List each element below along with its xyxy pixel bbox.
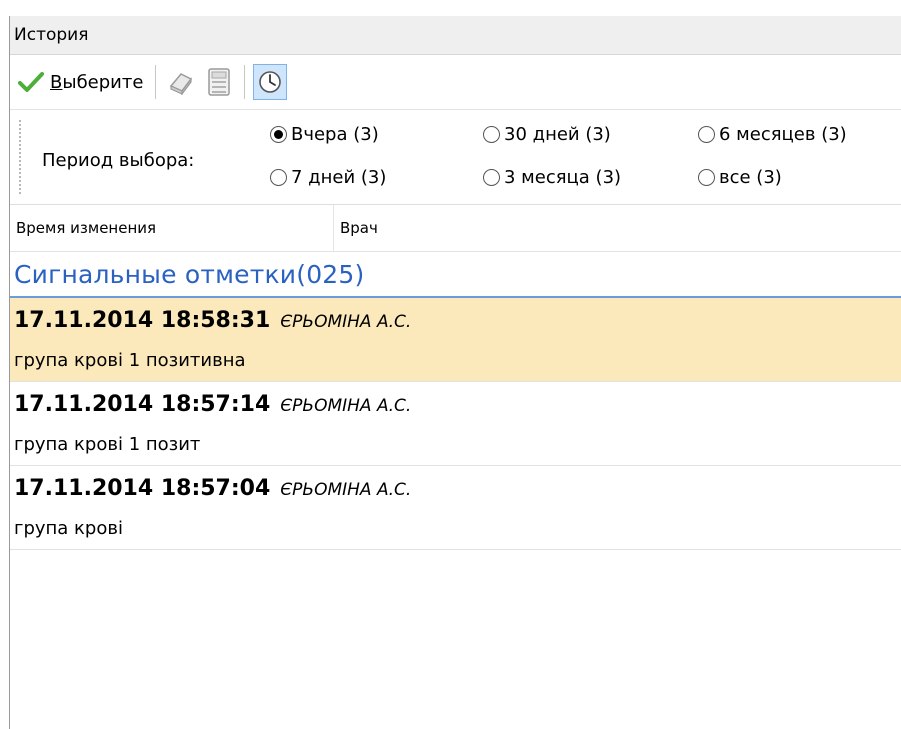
history-panel: История Выберите Период выбора: Вчера (3… [9, 16, 901, 729]
radio-30-days[interactable]: 30 дней (3) [483, 124, 611, 145]
record-datetime: 17.11.2014 18:58:31 [14, 308, 271, 333]
record-note: група крові 1 позитивна [14, 350, 246, 371]
record-header: 17.11.2014 18:58:31 ЄРЬОМІНА А.С. [14, 308, 411, 333]
radio-circle [698, 126, 715, 143]
panel-title-bar: История [10, 16, 901, 55]
column-header-doctor[interactable]: Врач [334, 205, 378, 251]
radio-7-days[interactable]: 7 дней (3) [270, 167, 386, 188]
record-doctor: ЄРЬОМІНА А.С. [280, 480, 412, 500]
table-row[interactable]: 17.11.2014 18:58:31 ЄРЬОМІНА А.С. група … [10, 298, 901, 382]
column-header-label: Время изменения [16, 219, 157, 237]
calculator-icon [208, 68, 231, 96]
toolbar: Выберите [10, 55, 901, 110]
radio-label: 7 дней (3) [291, 167, 387, 188]
radio-label: 3 месяца (3) [504, 167, 622, 188]
period-label: Период выбора: [42, 150, 195, 171]
column-header-time[interactable]: Время изменения [10, 205, 334, 251]
grid-body: Сигнальные отметки(025) 17.11.2014 18:58… [10, 252, 901, 550]
record-doctor: ЄРЬОМІНА А.С. [280, 396, 412, 416]
record-datetime: 17.11.2014 18:57:04 [14, 476, 271, 501]
record-header: 17.11.2014 18:57:04 ЄРЬОМІНА А.С. [14, 476, 411, 501]
select-button[interactable]: Выберите [14, 62, 149, 102]
radio-dot [274, 130, 283, 139]
history-button[interactable] [253, 64, 288, 100]
radio-label: 30 дней (3) [504, 124, 611, 145]
radio-label: все (3) [719, 167, 782, 188]
radio-circle [698, 169, 715, 186]
toolbar-separator [155, 65, 157, 99]
period-filter: Период выбора: Вчера (3) 30 дней (3) 6 м… [10, 110, 901, 205]
record-doctor: ЄРЬОМІНА А.С. [280, 312, 412, 332]
select-button-label: ыберите [62, 71, 144, 93]
record-note: група крові 1 позит [14, 434, 201, 455]
grid-header: Время изменения Врач [10, 205, 901, 252]
eraser-icon [170, 73, 193, 95]
clear-button[interactable] [164, 65, 198, 99]
radio-6-months[interactable]: 6 месяцев (3) [698, 124, 847, 145]
radio-all[interactable]: все (3) [698, 167, 782, 188]
record-datetime: 17.11.2014 18:57:14 [14, 392, 271, 417]
check-icon [18, 72, 44, 92]
drag-grip[interactable] [19, 120, 21, 194]
record-note: група крові [14, 518, 123, 539]
radio-label: Вчера (3) [291, 124, 379, 145]
radio-circle [270, 126, 287, 143]
radio-circle [483, 169, 500, 186]
radio-yesterday[interactable]: Вчера (3) [270, 124, 379, 145]
panel-title: История [14, 25, 89, 45]
radio-circle [483, 126, 500, 143]
radio-3-months[interactable]: 3 месяца (3) [483, 167, 621, 188]
clock-icon [259, 71, 282, 93]
radio-label: 6 месяцев (3) [719, 124, 847, 145]
select-button-mnemonic: В [50, 71, 63, 93]
group-row[interactable]: Сигнальные отметки(025) [10, 252, 901, 298]
column-header-label: Врач [340, 219, 378, 237]
radio-circle [270, 169, 287, 186]
calculator-button[interactable] [202, 65, 236, 99]
record-header: 17.11.2014 18:57:14 ЄРЬОМІНА А.С. [14, 392, 411, 417]
table-row[interactable]: 17.11.2014 18:57:04 ЄРЬОМІНА А.С. група … [10, 466, 901, 550]
table-row[interactable]: 17.11.2014 18:57:14 ЄРЬОМІНА А.С. група … [10, 382, 901, 466]
group-title: Сигнальные отметки(025) [14, 259, 365, 289]
toolbar-separator [244, 65, 246, 99]
